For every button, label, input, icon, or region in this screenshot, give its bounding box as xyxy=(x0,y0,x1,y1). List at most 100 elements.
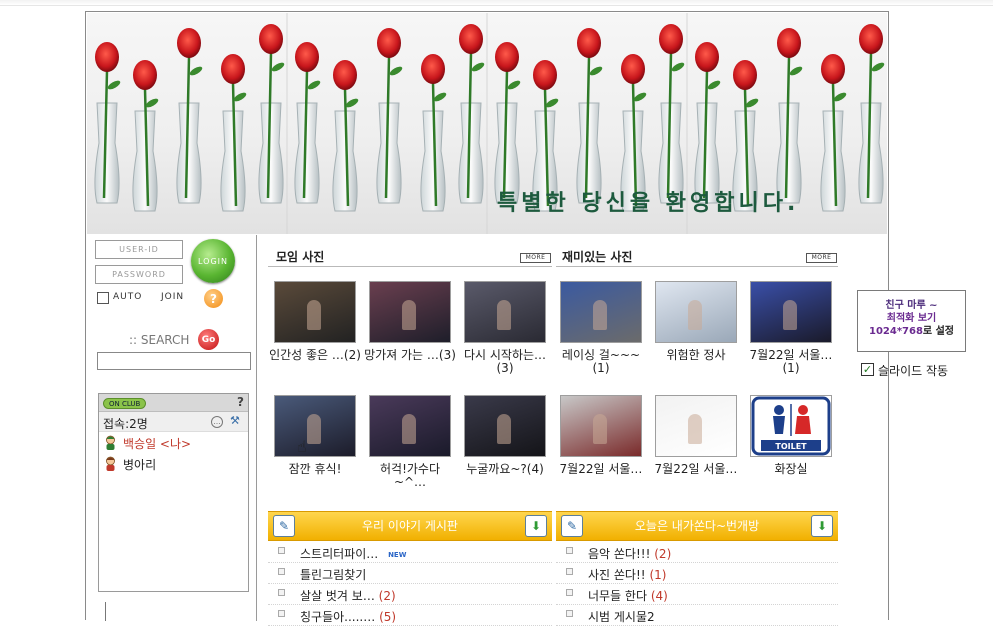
club-header: ON CLUB ? xyxy=(99,394,248,412)
photo-caption[interactable]: 화장실 xyxy=(745,463,837,476)
board-download-icon[interactable]: ⬇ xyxy=(811,515,833,537)
slide-toggle-checkbox[interactable]: ✓ xyxy=(861,363,874,376)
photo-thumbnail[interactable]: TOILET xyxy=(750,395,832,457)
photo-caption[interactable]: 레이싱 걸~~~(1) xyxy=(555,349,647,375)
rose-leaf xyxy=(671,62,685,72)
photo-caption[interactable]: 7월22일 서울… xyxy=(650,463,742,476)
board-post-row[interactable]: 스트리터파이… NEW xyxy=(268,542,552,563)
photo-caption[interactable]: 인간성 좋은 …(2) xyxy=(269,349,361,362)
optimal-view-notice: 친구 마루 ~ 최적화 보기 1024*768로 설정 xyxy=(857,290,966,352)
photo-caption[interactable]: 망가져 가는 …(3) xyxy=(364,349,456,362)
post-bullet-icon xyxy=(566,610,573,617)
our-story-board-title[interactable]: 우리 이야기 게시판 xyxy=(362,519,458,533)
board-post-row[interactable]: 시범 게시물2 xyxy=(556,605,838,626)
password-input[interactable]: PASSWORD xyxy=(95,265,183,284)
photo-caption[interactable]: 7월22일 서울… xyxy=(555,463,647,476)
banner: 특별한 당신을 환영합니다. xyxy=(87,13,887,234)
rose-leaf xyxy=(307,80,321,90)
photo-thumbnail[interactable] xyxy=(655,281,737,343)
lightning-board-header: ✎ 오늘은 내가쏜다~번개방 ⬇ xyxy=(556,511,838,541)
post-bullet-icon xyxy=(278,568,285,575)
chat-icon[interactable]: … xyxy=(211,416,223,428)
photo-subject xyxy=(497,414,511,444)
board-post-row[interactable]: 음악 쏜다!!! (2) xyxy=(556,542,838,563)
photo-thumbnail[interactable] xyxy=(464,395,546,457)
notice-line-2: 최적화 보기 xyxy=(886,313,937,324)
photo-caption[interactable]: 허걱!가수다~^… xyxy=(364,463,456,489)
post-title[interactable]: 살살 벗겨 보… (2) xyxy=(300,587,402,604)
post-title[interactable]: 틀린그림찾기 xyxy=(300,566,372,583)
section-divider xyxy=(268,266,552,267)
rose-head xyxy=(695,42,719,72)
rose-head xyxy=(95,42,119,72)
board-post-row[interactable]: 너무들 한다 (4) xyxy=(556,584,838,605)
photo-thumbnail[interactable] xyxy=(560,395,642,457)
fun-photos-more-button[interactable]: MORE xyxy=(806,253,837,263)
board-post-row[interactable]: 사진 쏜다!! (1) xyxy=(556,563,838,584)
rose-head xyxy=(221,54,245,84)
photo-caption[interactable]: 잠깐 휴식! xyxy=(269,463,361,476)
meeting-photos-more-button[interactable]: MORE xyxy=(520,253,551,263)
post-title[interactable]: 음악 쏜다!!! (2) xyxy=(588,545,677,562)
photo-caption[interactable]: 누굴까요~?(4) xyxy=(459,463,551,476)
club-count-row: 접속:2명 … ⚒ xyxy=(99,412,248,432)
glass-vase xyxy=(376,102,402,204)
post-bullet-icon xyxy=(278,547,285,554)
glass-vase xyxy=(458,102,484,204)
search-input[interactable] xyxy=(97,352,251,370)
photo-caption[interactable]: 7월22일 서울…(1) xyxy=(745,349,837,375)
rose-leaf xyxy=(589,66,603,76)
member-item[interactable]: 병아리 xyxy=(99,453,248,474)
lightning-board-title[interactable]: 오늘은 내가쏜다~번개방 xyxy=(635,519,759,533)
tools-icon[interactable]: ⚒ xyxy=(230,414,240,427)
board-download-icon[interactable]: ⬇ xyxy=(525,515,547,537)
toilet-sign-icon: TOILET xyxy=(751,396,831,456)
photo-thumbnail[interactable] xyxy=(369,395,451,457)
photo-caption[interactable]: 다시 시작하는…(3) xyxy=(459,349,551,375)
meeting-photos-title: 모임 사진 xyxy=(276,250,325,264)
photo-subject xyxy=(497,300,511,330)
user-id-input[interactable]: USER-ID xyxy=(95,240,183,259)
post-title[interactable]: 시범 게시물2 xyxy=(588,608,661,625)
post-title[interactable]: 스트리터파이… NEW xyxy=(300,545,406,562)
rose-leaf xyxy=(107,80,121,90)
new-badge: NEW xyxy=(388,550,407,559)
login-button[interactable]: LOGIN xyxy=(191,239,235,283)
auto-login-checkbox[interactable] xyxy=(97,292,109,304)
rose-head xyxy=(259,24,283,54)
board-folder-icon: ✎ xyxy=(273,515,295,537)
rose-leaf xyxy=(633,92,647,102)
board-post-row[interactable]: 틀린그림찾기 xyxy=(268,563,552,584)
member-avatar-icon xyxy=(106,435,115,450)
rose-leaf xyxy=(871,62,885,72)
member-item[interactable]: 백승일 <나> xyxy=(99,432,248,453)
board-folder-icon: ✎ xyxy=(561,515,583,537)
photo-caption[interactable]: 위험한 정사 xyxy=(650,349,742,362)
join-link[interactable]: JOIN xyxy=(161,292,184,302)
glass-vase xyxy=(176,102,202,204)
post-title[interactable]: 사진 쏜다!! (1) xyxy=(588,566,672,583)
club-help-icon[interactable]: ? xyxy=(237,395,244,409)
toilet-text: TOILET xyxy=(775,442,807,451)
photo-thumbnail[interactable] xyxy=(369,281,451,343)
resolution-text: 1024*768 xyxy=(868,326,923,337)
rose-leaf xyxy=(433,92,447,102)
photo-thumbnail[interactable] xyxy=(655,395,737,457)
rose-head xyxy=(495,42,519,72)
post-title[interactable]: 너무들 한다 (4) xyxy=(588,587,674,604)
search-go-button[interactable]: Go xyxy=(198,329,219,350)
login-help-icon[interactable]: ? xyxy=(204,289,223,308)
board-post-row[interactable]: 살살 벗겨 보… (2) xyxy=(268,584,552,605)
photo-thumbnail[interactable] xyxy=(464,281,546,343)
photo-thumbnail[interactable] xyxy=(274,395,356,457)
photo-thumbnail[interactable] xyxy=(560,281,642,343)
board-post-row[interactable]: 칭구들아.....… (5) xyxy=(268,605,552,626)
post-title[interactable]: 칭구들아.....… (5) xyxy=(300,608,402,625)
photo-thumbnail[interactable] xyxy=(750,281,832,343)
rose-leaf xyxy=(271,62,285,72)
photo-subject xyxy=(688,300,702,330)
photo-subject xyxy=(593,300,607,330)
notice-line-1: 친구 마루 ~ xyxy=(885,300,938,311)
photo-thumbnail[interactable] xyxy=(274,281,356,343)
rose-head xyxy=(133,60,157,90)
